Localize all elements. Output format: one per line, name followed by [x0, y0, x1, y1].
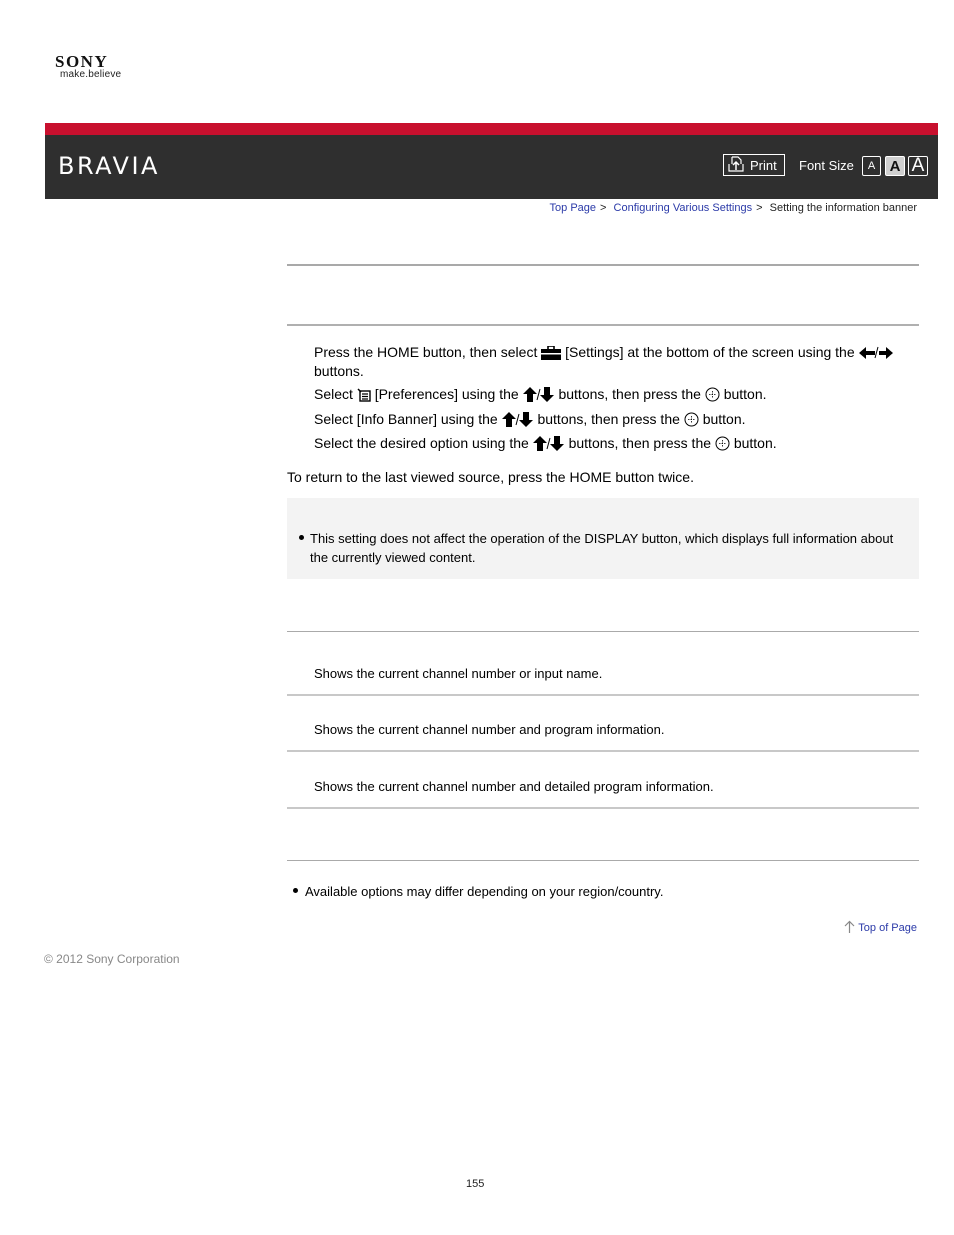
- sony-tagline: make.believe: [60, 69, 122, 80]
- enter-button-icon: [715, 436, 730, 456]
- copyright: © 2012 Sony Corporation: [44, 952, 180, 966]
- breadcrumb-separator: >: [756, 202, 763, 214]
- enter-button-icon: [684, 412, 699, 432]
- breadcrumb-separator: >: [600, 202, 607, 214]
- step-1: Press the HOME button, then select [Sett…: [314, 343, 895, 365]
- return-instruction: To return to the last viewed source, pre…: [287, 469, 694, 485]
- breadcrumb: Top Page > Configuring Various Settings > …: [550, 202, 917, 214]
- top-of-page-link[interactable]: Top of Page: [844, 920, 917, 936]
- option-description: Shows the current channel number and pro…: [314, 722, 665, 737]
- option-row-divider: [287, 807, 919, 809]
- option-description: Shows the current channel number and det…: [314, 779, 714, 794]
- step-2: Select [Preferences] using the buttons, …: [314, 385, 767, 407]
- font-size-medium-button[interactable]: A: [885, 156, 905, 176]
- font-size-small-button[interactable]: A: [862, 156, 881, 176]
- font-size-label: Font Size: [799, 158, 854, 173]
- bullet-icon: [299, 535, 304, 540]
- preferences-icon: [357, 388, 371, 407]
- step-3: Select [Info Banner] using the buttons, …: [314, 410, 746, 432]
- up-arrow-icon: [844, 920, 855, 936]
- toolbox-icon: [541, 345, 562, 365]
- up-down-arrow-icon: [501, 412, 534, 432]
- up-down-arrow-icon: [522, 387, 555, 407]
- breadcrumb-configuring-settings[interactable]: Configuring Various Settings: [614, 202, 753, 214]
- option-row-divider: [287, 750, 919, 752]
- enter-button-icon: [705, 387, 720, 407]
- header-accent-bar: [45, 123, 938, 135]
- font-size-large-button[interactable]: A: [908, 155, 928, 176]
- print-label: Print: [750, 157, 777, 173]
- page-number: 155: [466, 1178, 485, 1190]
- bravia-logo: BRAVIA: [58, 152, 160, 180]
- option-row-divider: [287, 694, 919, 696]
- print-button[interactable]: Print: [723, 154, 785, 176]
- step-4: Select the desired option using the butt…: [314, 434, 777, 456]
- left-right-arrow-icon: [858, 346, 895, 365]
- note-text: This setting does not affect the operati…: [310, 531, 894, 565]
- bullet-icon: [293, 888, 298, 893]
- up-down-arrow-icon: [532, 436, 565, 456]
- option-description: Shows the current channel number or inpu…: [314, 666, 603, 681]
- notes-divider: [287, 860, 919, 861]
- options-divider-top: [287, 631, 919, 632]
- region-note: Available options may differ depending o…: [305, 884, 664, 899]
- print-icon: [728, 155, 744, 175]
- breadcrumb-current: Setting the information banner: [769, 202, 917, 214]
- breadcrumb-top-page[interactable]: Top Page: [550, 202, 596, 214]
- title-divider-top: [287, 264, 919, 266]
- title-divider-bottom: [287, 324, 919, 326]
- step-1-continued: buttons.: [314, 363, 364, 379]
